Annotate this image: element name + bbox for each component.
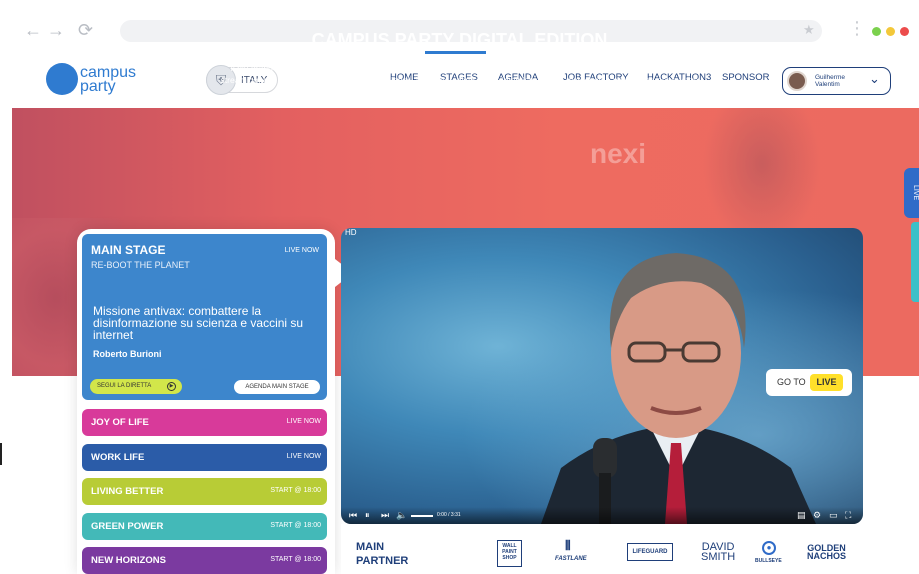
captions-icon[interactable]: ▤	[797, 510, 806, 521]
bullseye-target-icon: ●	[762, 541, 776, 555]
volume-icon[interactable]: 🔈	[396, 510, 407, 521]
fastlane-mark-icon: ⦀	[565, 538, 571, 553]
user-menu[interactable]: Guilherme Valentim ⌄	[782, 67, 891, 95]
stage-item-new-horizons[interactable]: NEW HORIZONS START @ 18:00	[82, 547, 327, 574]
active-nav-indicator	[425, 51, 486, 54]
fullscreen-icon[interactable]: ⛶	[845, 510, 851, 521]
main-stage-subtitle: RE-BOOT THE PLANET	[91, 260, 190, 270]
campus-party-logo-icon[interactable]	[46, 63, 78, 95]
stage-name: NEW HORIZONS	[91, 555, 166, 566]
stage-name: GREEN POWER	[91, 521, 164, 532]
stage-status: START @ 18:00	[270, 522, 321, 529]
main-stage-card[interactable]: MAIN STAGE RE-BOOT THE PLANET LIVE NOW M…	[82, 234, 327, 400]
play-icon: ▶	[167, 382, 176, 391]
video-controls: ⏮ ⏸ ⏭ 🔈 0:00 / 3:31 ▤ ⚙ ▭ ⛶	[341, 507, 863, 524]
hero-speaker-image	[702, 108, 822, 248]
avatar	[787, 71, 807, 91]
follow-live-button[interactable]: SEGUI LA DIRETTA ▶	[90, 379, 182, 394]
stage-item-work-life[interactable]: WORK LIFE LIVE NOW	[82, 444, 327, 471]
main-partner-title: MAIN PARTNER	[356, 541, 409, 567]
follow-live-label: SEGUI LA DIRETTA	[97, 383, 152, 389]
settings-icon[interactable]: ⚙	[813, 510, 821, 521]
theater-mode-icon[interactable]: ▭	[829, 510, 838, 521]
side-live-tab[interactable]: LIVE	[904, 168, 919, 218]
skip-back-icon[interactable]: ⏮	[349, 510, 357, 521]
hero-nexi-watermark: nexi	[590, 138, 647, 169]
volume-slider[interactable]	[411, 515, 433, 517]
stage-name: WORK LIFE	[91, 452, 145, 463]
main-stage-title: MAIN STAGE	[91, 243, 166, 257]
agenda-main-stage-button[interactable]: AGENDA MAIN STAGE	[234, 380, 320, 394]
video-quality-label: HD	[345, 228, 357, 237]
stage-item-joy-of-life[interactable]: JOY OF LIFE LIVE NOW	[82, 409, 327, 436]
hero-subtitle: Il più grande evento multidisciplinare s…	[220, 63, 699, 96]
live-badge: LIVE	[810, 374, 843, 391]
stage-status: LIVE NOW	[286, 418, 321, 425]
partner-logo-wall-paint-shop[interactable]: WALL PAINT SHOP	[497, 540, 522, 567]
partner-logo-david-smith[interactable]: DAVID SMITH	[701, 542, 735, 563]
pause-icon[interactable]: ⏸	[365, 510, 370, 521]
left-edge-mark	[0, 443, 2, 465]
chevron-down-icon: ⌄	[869, 71, 880, 86]
speaker-name: Roberto Burioni	[93, 349, 162, 359]
stage-status: START @ 18:00	[270, 487, 321, 494]
user-name: Guilherme Valentim	[815, 74, 845, 88]
stage-item-living-better[interactable]: LIVING BETTER START @ 18:00	[82, 478, 327, 505]
partner-logo-lifeguard[interactable]: LIFEGUARD	[627, 543, 673, 561]
stage-item-green-power[interactable]: GREEN POWER START @ 18:00	[82, 513, 327, 540]
hero-title: CAMPUS PARTY DIGITAL EDITION	[311, 30, 608, 50]
stage-name: LIVING BETTER	[91, 486, 164, 497]
partners-bar: MAIN PARTNER WALL PAINT SHOP FASTLANE ⦀ LIF…	[341, 524, 863, 574]
skip-forward-icon[interactable]: ⏭	[381, 510, 389, 521]
partner-logo-bullseye[interactable]: BULLSEYE	[755, 558, 782, 564]
stage-status: START @ 18:00	[270, 556, 321, 563]
main-stage-status: LIVE NOW	[284, 247, 319, 254]
video-time: 0:00 / 3:31	[437, 512, 461, 518]
stage-status: LIVE NOW	[286, 453, 321, 460]
go-to-label: GO TO	[777, 377, 806, 387]
logo-text[interactable]: campus party	[80, 64, 150, 95]
stage-name: JOY OF LIFE	[91, 417, 149, 428]
session-title: Missione antivax: combattere la disinfor…	[93, 304, 304, 342]
partner-logo-fastlane[interactable]: FASTLANE	[555, 556, 587, 562]
go-to-live-button[interactable]: GO TO LIVE	[766, 369, 852, 396]
nav-sponsor[interactable]: SPONSOR	[722, 72, 770, 83]
partner-logo-golden-nachos[interactable]: GOLDEN NACHOS	[807, 544, 846, 561]
side-tab[interactable]	[911, 222, 919, 302]
logo-wordmark: campus party	[80, 64, 137, 95]
